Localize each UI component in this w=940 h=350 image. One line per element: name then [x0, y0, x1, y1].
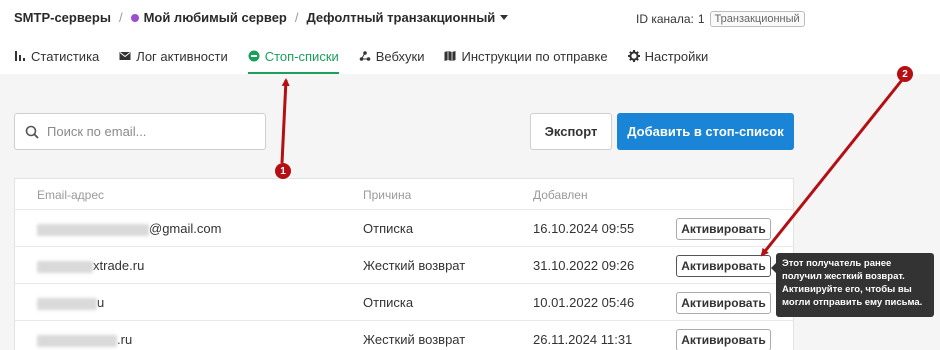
activate-button[interactable]: Активировать — [676, 329, 771, 350]
channel-id-label: ID канала: — [636, 12, 694, 26]
column-header-added: Добавлен — [533, 188, 588, 202]
breadcrumb-server-label: Мой любимый сервер — [143, 10, 287, 25]
breadcrumb-separator: / — [118, 10, 123, 25]
column-header-email: Email-адрес — [37, 188, 105, 202]
redacted-text — [37, 297, 97, 310]
table-row: @gmail.com Отписка 16.10.2024 09:55 Акти… — [15, 210, 793, 247]
tab-stop-lists[interactable]: Стоп-списки — [247, 46, 339, 74]
tab-label: Вебхуки — [375, 49, 425, 64]
tab-bar: Статистика Лог активности Стоп-списки Ве… — [14, 46, 728, 74]
activate-button[interactable]: Активировать — [676, 292, 771, 314]
tab-webhooks[interactable]: Вебхуки — [359, 46, 425, 74]
map-icon — [444, 50, 456, 62]
table-row: xtrade.ru Жесткий возврат 31.10.2022 09:… — [15, 247, 793, 284]
table-header: Email-адрес Причина Добавлен — [15, 179, 793, 210]
redacted-text — [37, 260, 93, 273]
added-date-cell: 26.11.2024 11:31 — [533, 332, 633, 347]
search-field[interactable] — [14, 113, 266, 150]
email-visible-part: u — [97, 295, 105, 310]
tab-label: Статистика — [31, 49, 100, 64]
minus-circle-icon — [248, 50, 260, 62]
add-to-stop-list-button[interactable]: Добавить в стоп-список — [617, 113, 794, 150]
tab-label: Настройки — [644, 49, 709, 64]
breadcrumb-server[interactable]: Мой любимый сервер — [130, 10, 287, 25]
annotation-marker-2: 2 — [897, 66, 913, 82]
tab-label: Стоп-списки — [264, 49, 339, 64]
tab-sending-instructions[interactable]: Инструкции по отправке — [444, 46, 608, 74]
email-visible-part: .ru — [117, 332, 133, 347]
email-cell: xtrade.ru — [37, 258, 144, 273]
reason-cell: Жесткий возврат — [363, 258, 466, 273]
tab-label: Инструкции по отправке — [461, 49, 608, 64]
redacted-text — [37, 334, 117, 347]
reason-cell: Жесткий возврат — [363, 332, 466, 347]
stop-list-table: Email-адрес Причина Добавлен @gmail.com … — [14, 178, 794, 350]
column-header-reason: Причина — [363, 188, 412, 202]
table-row: .ru Жесткий возврат 26.11.2024 11:31 Акт… — [15, 321, 793, 350]
activate-button[interactable]: Активировать — [676, 255, 771, 277]
caret-down-icon — [500, 15, 509, 20]
channel-id: ID канала: 1 Транзакционный — [636, 11, 805, 27]
email-cell: u — [37, 295, 104, 310]
channel-selector[interactable]: Дефолтный транзакционный — [307, 10, 509, 25]
email-visible-part: @gmail.com — [149, 221, 222, 236]
tab-settings[interactable]: Настройки — [627, 46, 709, 74]
breadcrumb-smtp-servers[interactable]: SMTP-серверы — [14, 10, 111, 25]
breadcrumb: SMTP-серверы / Мой любимый сервер / Дефо… — [14, 10, 509, 25]
annotation-marker-1: 1 — [275, 163, 291, 179]
added-date-cell: 10.01.2022 05:46 — [533, 295, 635, 310]
reason-cell: Отписка — [363, 295, 414, 310]
channel-type-badge: Транзакционный — [709, 11, 805, 27]
email-cell: @gmail.com — [37, 221, 221, 236]
tab-statistics[interactable]: Статистика — [14, 46, 99, 74]
redacted-text — [37, 223, 149, 236]
channel-id-value: 1 — [697, 12, 705, 26]
breadcrumb-separator: / — [294, 10, 299, 25]
added-date-cell: 16.10.2024 09:55 — [533, 221, 635, 236]
reason-cell: Отписка — [363, 221, 414, 236]
bar-chart-icon — [14, 50, 26, 62]
current-channel-label: Дефолтный транзакционный — [306, 10, 496, 25]
server-color-dot — [130, 14, 139, 22]
activate-button[interactable]: Активировать — [676, 218, 771, 240]
gear-icon — [627, 50, 640, 62]
search-icon — [25, 125, 39, 139]
webhook-icon — [359, 50, 371, 62]
table-row: u Отписка 10.01.2022 05:46 Активировать — [15, 284, 793, 321]
envelope-icon — [119, 50, 131, 62]
activate-tooltip: Этот получатель ранее получил жесткий во… — [771, 253, 934, 317]
page-header: SMTP-серверы / Мой любимый сервер / Дефо… — [0, 0, 940, 74]
email-visible-part: xtrade.ru — [93, 258, 145, 273]
search-input[interactable] — [47, 124, 247, 139]
tab-activity-log[interactable]: Лог активности — [119, 46, 228, 74]
tab-label: Лог активности — [136, 49, 228, 64]
added-date-cell: 31.10.2022 09:26 — [533, 258, 635, 273]
email-cell: .ru — [37, 332, 132, 347]
export-button[interactable]: Экспорт — [530, 113, 612, 150]
